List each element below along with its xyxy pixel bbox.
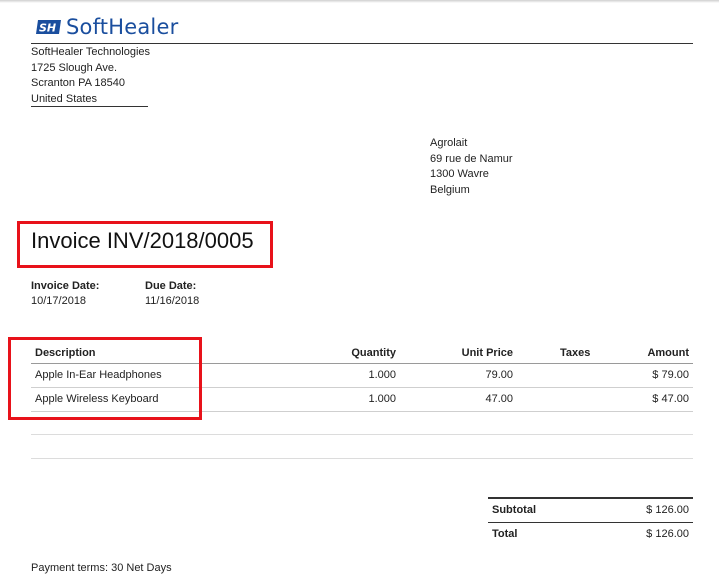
- company-street: 1725 Slough Ave.: [31, 61, 118, 74]
- company-name: SoftHealer Technologies: [31, 46, 151, 58]
- total-label: Total: [492, 528, 518, 540]
- due-date-value: 11/16/2018: [145, 294, 200, 307]
- invoice-date-value: 10/17/2018: [31, 294, 87, 307]
- invoice-date-label: Invoice Date:: [31, 280, 100, 292]
- brand-logo: SH SoftHealer: [35, 14, 178, 40]
- payment-terms: Payment terms: 30 Net Days: [31, 562, 172, 574]
- company-address: SoftHealer Technologies 1725 Slough Ave.…: [31, 45, 150, 107]
- page-top-shadow: [0, 0, 719, 3]
- customer-name: Agrolait: [430, 137, 468, 149]
- customer-city: 1300 Wavre: [430, 168, 489, 180]
- due-date-block: Due Date: 11/16/2018: [145, 279, 199, 308]
- total-value: $ 126.00: [646, 528, 689, 540]
- header-unit-price: Unit Price: [461, 347, 513, 359]
- due-date-label: Due Date:: [145, 280, 197, 292]
- table-empty-row-divider: [31, 458, 693, 459]
- header-divider: [31, 43, 693, 44]
- customer-address: Agrolait 69 rue de Namur 1300 Wavre Belg…: [430, 136, 513, 198]
- row-quantity: 1.000: [368, 369, 396, 381]
- sh-logo-icon: SH: [36, 20, 61, 35]
- title-highlight-box: [17, 221, 273, 268]
- company-address-underline: [31, 106, 148, 107]
- row-unit-price: 47.00: [485, 393, 513, 405]
- header-taxes: Taxes: [560, 347, 591, 359]
- customer-country: Belgium: [430, 183, 470, 196]
- row-amount: $ 47.00: [652, 393, 689, 405]
- subtotal-row: Subtotal $ 126.00: [488, 497, 693, 522]
- brand-name: SoftHealer: [66, 15, 179, 39]
- header-quantity: Quantity: [351, 347, 396, 359]
- totals-block: Subtotal $ 126.00 Total $ 126.00: [488, 497, 693, 546]
- svg-text:SH: SH: [39, 22, 56, 35]
- row-quantity: 1.000: [368, 393, 396, 405]
- company-city: Scranton PA 18540: [31, 77, 125, 89]
- row-amount: $ 79.00: [652, 369, 689, 381]
- subtotal-value: $ 126.00: [646, 504, 689, 516]
- invoice-date-block: Invoice Date: 10/17/2018: [31, 279, 99, 308]
- subtotal-label: Subtotal: [492, 504, 536, 516]
- table-empty-row-divider: [31, 434, 693, 435]
- row-unit-price: 79.00: [485, 369, 513, 381]
- total-row: Total $ 126.00: [488, 522, 693, 546]
- header-amount: Amount: [647, 347, 689, 359]
- customer-street: 69 rue de Namur: [430, 152, 513, 165]
- description-highlight-box: [8, 337, 202, 420]
- company-country: United States: [31, 92, 98, 105]
